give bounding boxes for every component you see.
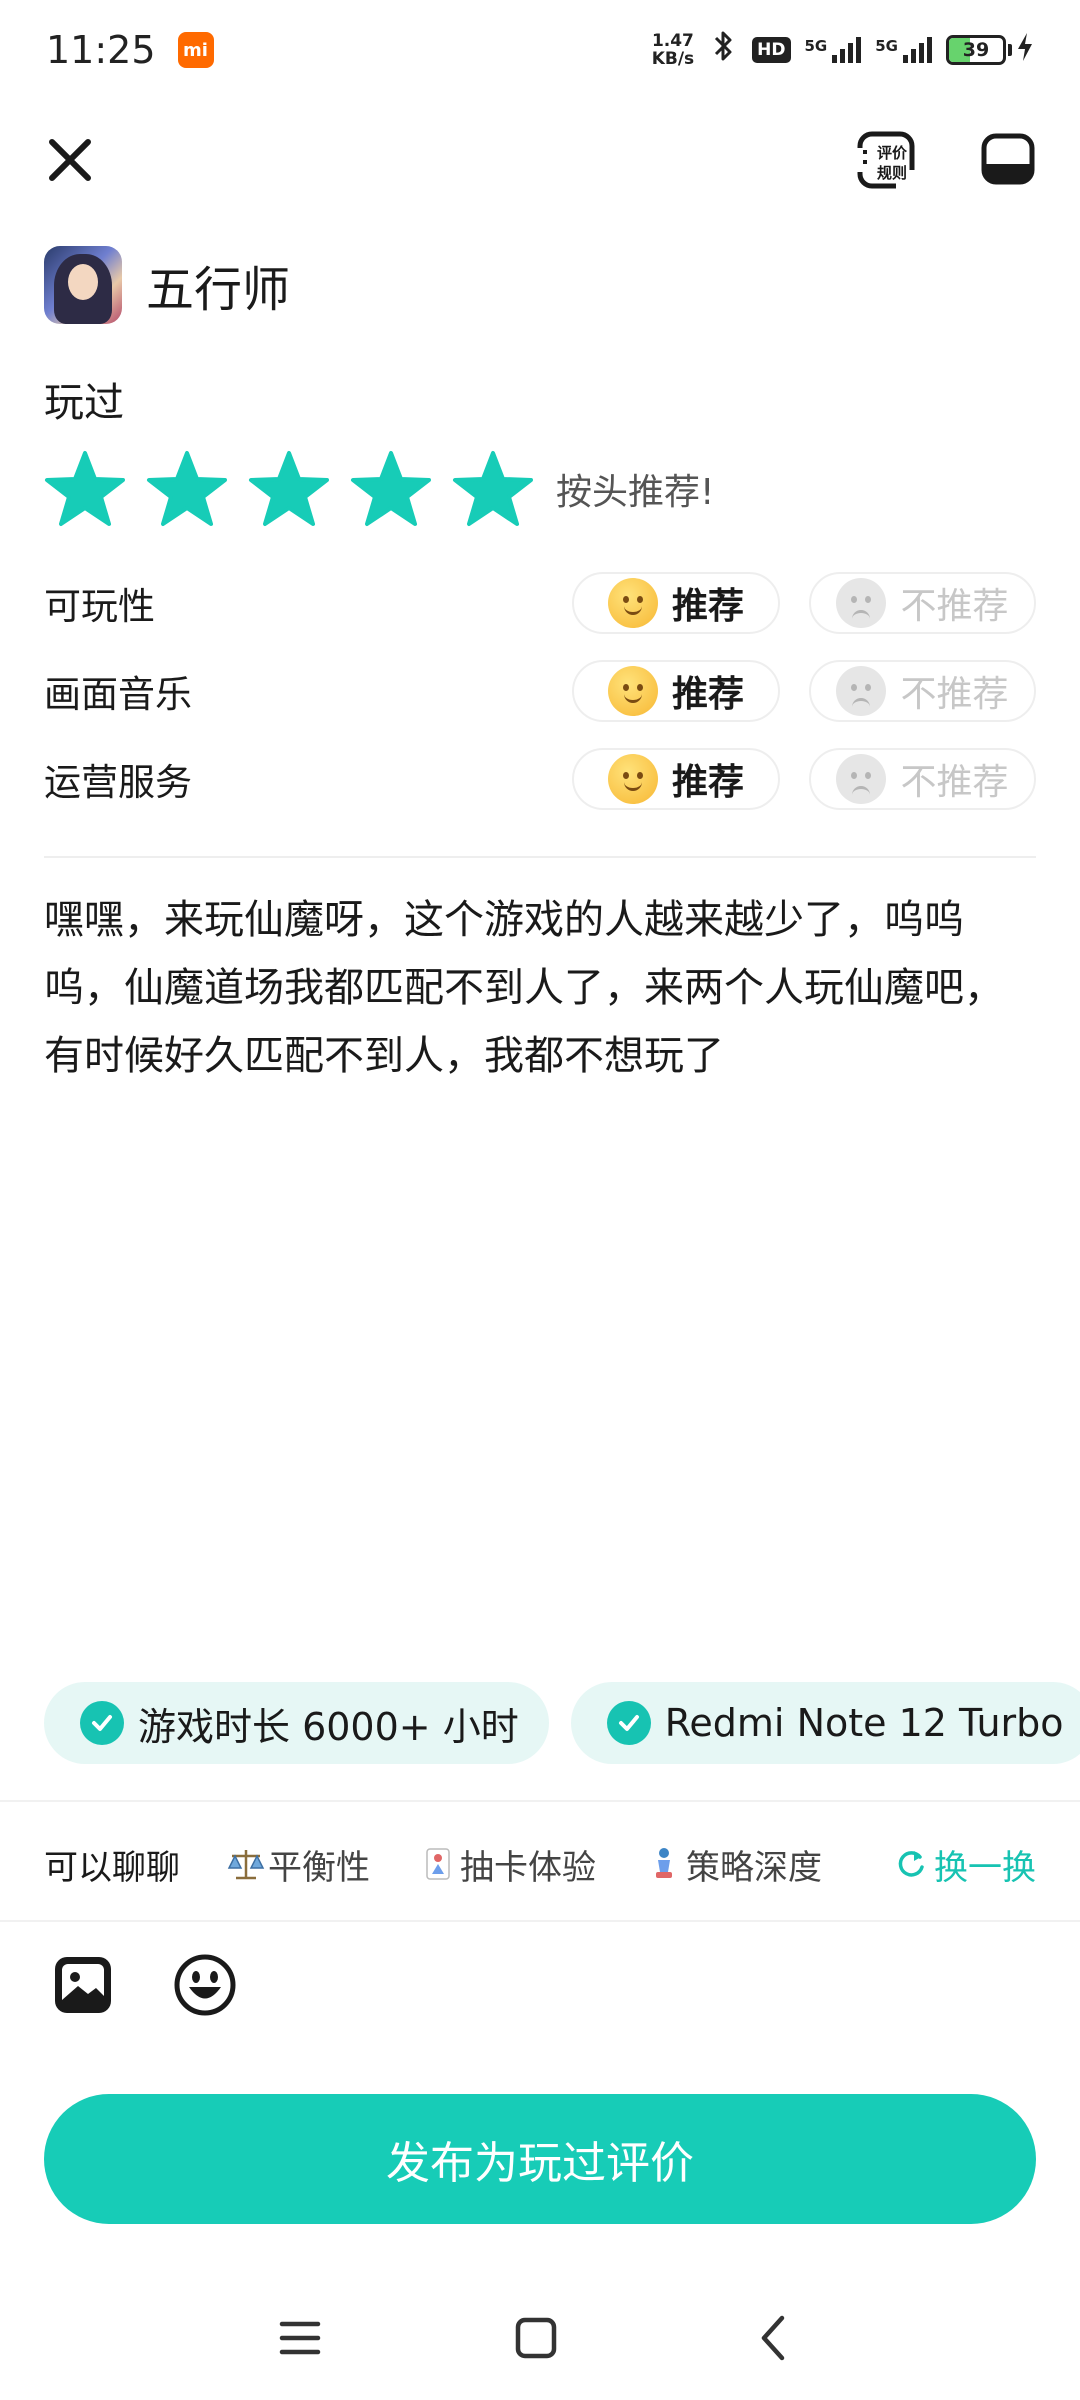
top-bar: 评价 规则 [0, 120, 1080, 200]
review-rules-label-2: 规则 [877, 164, 907, 182]
star-5-icon[interactable] [452, 450, 534, 528]
status-time: 11:25 [46, 28, 156, 72]
chat-topics-row: 可以聊聊 平衡性 抽卡体验 策略深度 换一换 [44, 1822, 1036, 1906]
scale-icon [227, 1850, 265, 1880]
aspect-row-operations: 运营服务 推荐 不推荐 [44, 748, 1036, 810]
menu-icon[interactable] [270, 2308, 330, 2368]
divider [0, 1800, 1080, 1802]
topic-label: 策略深度 [686, 1847, 822, 1888]
signal-1-label: 5G [804, 37, 828, 55]
system-nav-bar [0, 2290, 1080, 2380]
star-rating: 按头推荐! [44, 450, 714, 528]
signal-2-label: 5G [875, 37, 898, 55]
playtime-tag[interactable]: 游戏时长 6000+ 小时 [44, 1682, 549, 1764]
frown-icon [836, 666, 887, 716]
home-icon[interactable] [506, 2308, 566, 2368]
review-text-input[interactable]: 嘿嘿，来玩仙魔呀，这个游戏的人越来越少了，呜呜呜，仙魔道场我都匹配不到人了，来两… [44, 886, 1036, 1090]
hd-voice-icon: HD [752, 37, 791, 63]
star-4-icon[interactable] [350, 450, 432, 528]
network-speed-value: 1.47 [651, 31, 694, 51]
review-rules-label-1: 评价 [877, 144, 908, 162]
refresh-label: 换一换 [934, 1847, 1036, 1888]
frown-icon [836, 578, 887, 628]
review-tags: 游戏时长 6000+ 小时 Redmi Note 12 Turbo [44, 1682, 1080, 1764]
comment-button[interactable] [978, 130, 1038, 190]
review-rules-icon: 评价 规则 [856, 131, 920, 190]
playtime-tag-label: 游戏时长 6000+ 小时 [138, 1704, 519, 1749]
refresh-icon [898, 1851, 924, 1877]
publish-review-button[interactable]: 发布为玩过评价 [44, 2094, 1036, 2224]
smile-icon [607, 666, 658, 716]
chess-icon [656, 1848, 672, 1878]
recommend-button[interactable]: 推荐 [572, 748, 780, 810]
frown-icon [836, 754, 887, 804]
signal-1-icon: 5G [805, 37, 862, 63]
chat-topics-label: 可以聊聊 [44, 1847, 180, 1888]
topic-balance[interactable]: 平衡性 [226, 1840, 370, 1889]
not-recommend-button[interactable]: 不推荐 [809, 572, 1036, 634]
recommend-label: 推荐 [671, 762, 744, 803]
recommend-label: 推荐 [671, 674, 744, 715]
media-toolbar [50, 1952, 238, 2018]
network-speed-unit: KB/s [651, 49, 695, 69]
not-recommend-button[interactable]: 不推荐 [809, 660, 1036, 722]
aspect-row-playability: 可玩性 推荐 不推荐 [44, 572, 1036, 634]
review-rules-button[interactable]: 评价 规则 [856, 130, 920, 190]
aspect-label: 运营服务 [44, 761, 192, 804]
device-tag-label: Redmi Note 12 Turbo [664, 1701, 1064, 1745]
signal-2-icon: 5G [875, 37, 932, 63]
not-recommend-label: 不推荐 [900, 674, 1009, 715]
smile-icon [607, 578, 658, 628]
topic-label: 平衡性 [268, 1847, 370, 1888]
status-indicators: 1.47 KB/s HD 5G 5G 39 [652, 29, 1034, 71]
comment-icon [981, 133, 1035, 185]
not-recommend-label: 不推荐 [900, 586, 1009, 627]
not-recommend-button[interactable]: 不推荐 [809, 748, 1036, 810]
game-icon [44, 246, 122, 324]
divider [0, 1920, 1080, 1922]
game-title: 五行师 [146, 262, 291, 318]
played-status-label: 玩过 [44, 380, 124, 426]
recommend-button[interactable]: 推荐 [572, 572, 780, 634]
star-2-icon[interactable] [146, 450, 228, 528]
card-icon [426, 1848, 450, 1880]
battery-percent: 39 [962, 39, 990, 61]
recommend-button[interactable]: 推荐 [572, 660, 780, 722]
aspect-label: 画面音乐 [44, 673, 192, 716]
network-speed: 1.47 KB/s [652, 32, 694, 68]
smile-icon [607, 754, 658, 804]
check-icon [606, 1701, 651, 1745]
recommend-label: 推荐 [671, 586, 744, 627]
aspect-row-graphics-music: 画面音乐 推荐 不推荐 [44, 660, 1036, 722]
back-icon[interactable] [744, 2308, 804, 2368]
not-recommend-label: 不推荐 [900, 762, 1009, 803]
bluetooth-icon [708, 29, 738, 71]
topic-strategy[interactable]: 策略深度 [644, 1840, 822, 1889]
close-button[interactable] [40, 130, 100, 190]
image-icon[interactable] [50, 1952, 116, 2018]
star-3-icon[interactable] [248, 450, 330, 528]
device-tag[interactable]: Redmi Note 12 Turbo [570, 1682, 1080, 1764]
charging-icon [1016, 32, 1034, 69]
emoji-icon[interactable] [172, 1952, 238, 2018]
star-1-icon[interactable] [44, 450, 126, 528]
rating-text: 按头推荐! [556, 472, 715, 513]
mi-notification-icon: mi [177, 32, 214, 68]
divider [44, 856, 1036, 858]
check-icon [80, 1701, 124, 1745]
battery-icon: 39 [946, 32, 1034, 69]
status-bar: 11:25 mi 1.47 KB/s HD 5G 5G 39 [0, 0, 1080, 100]
game-header: 五行师 [44, 246, 290, 324]
refresh-topics-button[interactable]: 换一换 [894, 1840, 1036, 1889]
aspect-label: 可玩性 [44, 585, 155, 628]
topic-label: 抽卡体验 [460, 1847, 596, 1888]
topic-gacha[interactable]: 抽卡体验 [418, 1840, 596, 1889]
close-icon [49, 139, 91, 181]
